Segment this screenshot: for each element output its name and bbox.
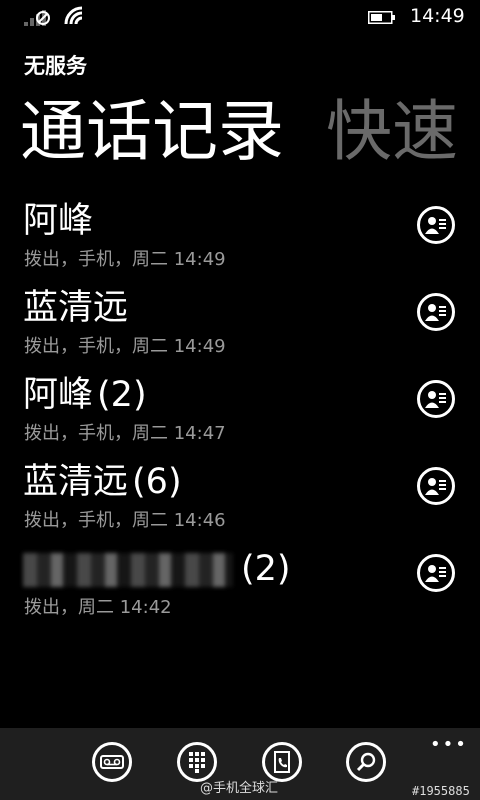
call-row[interactable]: (2) 拨出，周二 14:42 <box>0 546 480 633</box>
call-name: 阿峰 (2) <box>23 375 147 415</box>
contact-card-button[interactable] <box>417 467 455 505</box>
call-detail: 拨出，手机，周二 14:46 <box>24 510 226 531</box>
call-row[interactable]: 蓝清远 (6) 拨出，手机，周二 14:46 <box>0 459 480 546</box>
call-row[interactable]: 蓝清远 拨出，手机，周二 14:49 <box>0 285 480 372</box>
voicemail-button[interactable] <box>92 742 132 782</box>
status-bar: 14:49 <box>0 0 480 34</box>
call-detail: 拨出，周二 14:42 <box>24 597 172 618</box>
carrier-label: 无服务 <box>24 54 87 78</box>
pivot-header: 通话记录 快速 <box>20 78 458 174</box>
voicemail-icon <box>100 755 124 769</box>
call-name: (2) <box>23 546 291 592</box>
contact-card-icon <box>425 565 446 582</box>
call-name: 阿峰 <box>23 201 94 241</box>
call-row[interactable]: 阿峰 拨出，手机，周二 14:49 <box>0 198 480 285</box>
battery-icon <box>368 11 395 24</box>
call-detail: 拨出，手机，周二 14:49 <box>24 249 226 270</box>
watermark: @手机全球汇 <box>200 781 279 796</box>
more-options-button[interactable]: ••• <box>430 734 468 755</box>
pivot-item-speed-dial[interactable]: 快速 <box>326 93 458 170</box>
contact-card-icon <box>425 391 446 408</box>
call-detail: 拨出，手机，周二 14:49 <box>24 336 226 357</box>
call-name: 蓝清远 (6) <box>23 462 182 502</box>
call-detail: 拨出，手机，周二 14:47 <box>24 423 226 444</box>
watermark-id: #1955885 <box>412 784 470 798</box>
contacts-button[interactable] <box>262 742 302 782</box>
contact-card-button[interactable] <box>417 554 455 592</box>
search-button[interactable] <box>346 742 386 782</box>
call-name: 蓝清远 <box>23 288 129 328</box>
pivot-item-call-history[interactable]: 通话记录 <box>20 93 284 170</box>
keypad-icon <box>189 752 205 773</box>
call-history-list: 阿峰 拨出，手机，周二 14:49 蓝清远 拨出，手机，周二 14:49 阿峰(… <box>0 198 480 633</box>
call-row[interactable]: 阿峰 (2) 拨出，手机，周二 14:47 <box>0 372 480 459</box>
contact-card-icon <box>425 478 446 495</box>
contact-card-button[interactable] <box>417 206 455 244</box>
contact-card-button[interactable] <box>417 293 455 331</box>
keypad-button[interactable] <box>177 742 217 782</box>
status-time: 14:49 <box>410 5 465 27</box>
contact-card-button[interactable] <box>417 380 455 418</box>
signal-icon <box>24 10 50 26</box>
app-bar: ••• @手机全球汇 #1955885 <box>0 728 480 800</box>
contact-card-icon <box>425 217 446 234</box>
contact-card-icon <box>425 304 446 321</box>
search-icon <box>356 752 376 772</box>
contacts-icon <box>274 751 290 773</box>
wifi-icon <box>64 6 83 25</box>
redacted-number <box>23 553 233 587</box>
